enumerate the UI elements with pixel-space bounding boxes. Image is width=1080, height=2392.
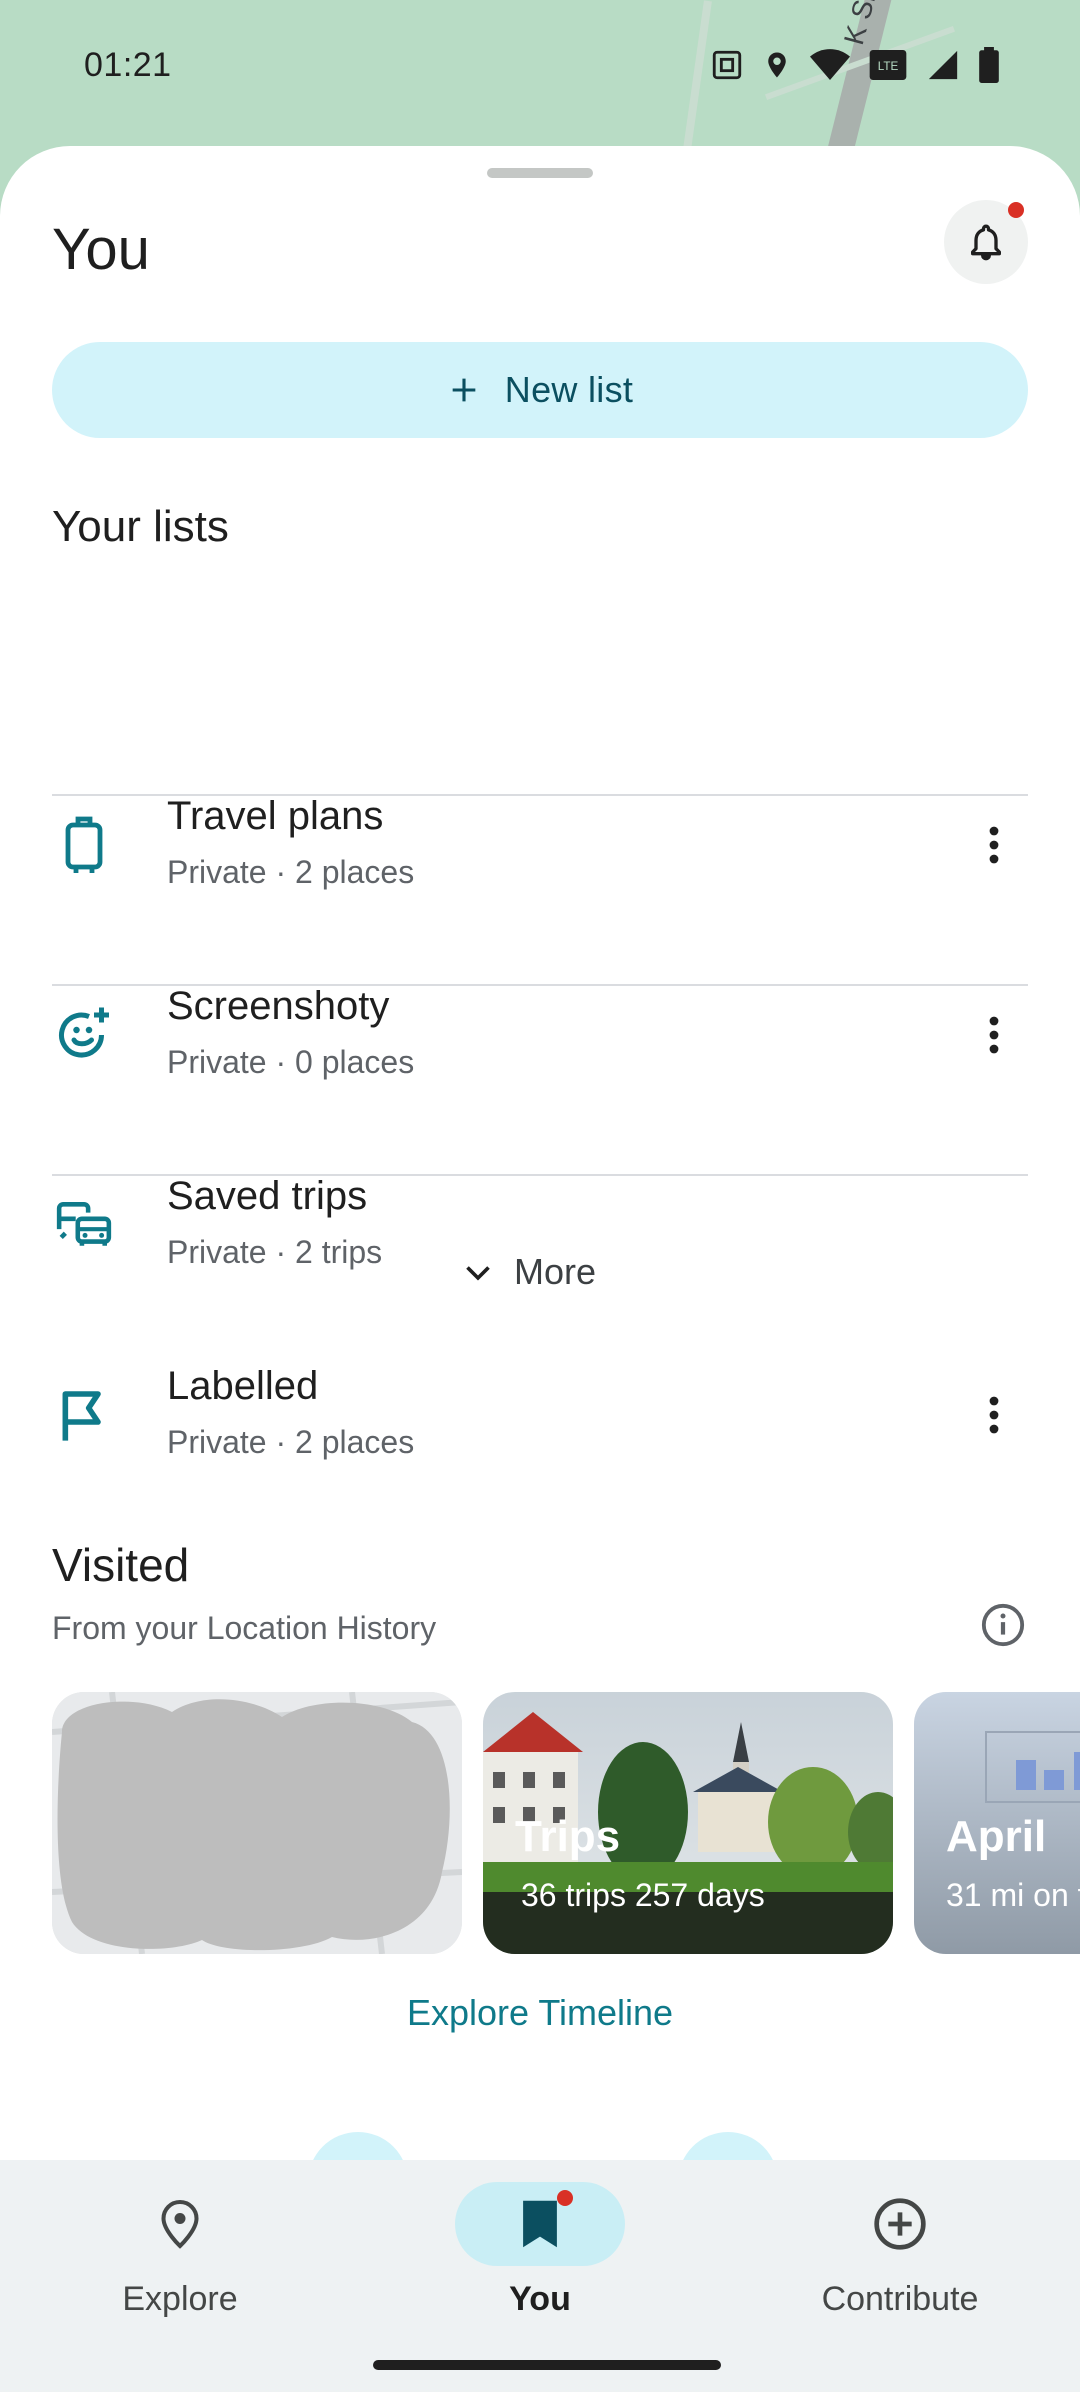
card-title: April (946, 1812, 1047, 1861)
nav-label: Contribute (821, 2280, 979, 2318)
visited-subtitle: From your Location History (52, 1610, 437, 1646)
nav-label: You (509, 2280, 571, 2318)
nfc-icon (712, 50, 742, 80)
divider (52, 984, 1028, 986)
card-subtitle: 36 trips 257 days (521, 1877, 765, 1913)
divider (52, 794, 1028, 796)
wifi-icon (810, 49, 850, 80)
nav-pill (95, 2182, 265, 2266)
list-item-subtitle: Private · 0 places (167, 1044, 415, 1080)
nav-pill-active (455, 2182, 625, 2266)
svg-text:LTE: LTE (878, 60, 899, 73)
nav-item-contribute[interactable]: Contribute (750, 2170, 1050, 2340)
flag-icon (52, 1383, 116, 1447)
new-list-label: New list (504, 369, 634, 410)
nav-item-you[interactable]: You (390, 2170, 690, 2340)
status-bar: 01:21 LTE (0, 0, 1080, 130)
nav-badge (557, 2190, 573, 2206)
new-list-button[interactable]: New list (52, 342, 1028, 438)
list-item-subtitle: Private · 2 places (167, 854, 415, 890)
visited-card-places[interactable] (52, 1692, 462, 1954)
list-item-screenshoty[interactable]: Screenshoty Private · 0 places (52, 940, 1028, 1130)
bell-icon (971, 224, 1001, 261)
status-time: 01:21 (84, 45, 172, 84)
list-item-subtitle: Private · 2 places (167, 1424, 415, 1460)
visited-card-trips[interactable]: Trips 36 trips 257 days (483, 1692, 893, 1954)
list-item-labelled[interactable]: Labelled Private · 2 places (52, 1320, 1028, 1510)
card-subtitle: 31 mi on t (946, 1877, 1080, 1913)
more-label: More (514, 1251, 597, 1292)
visited-card-april[interactable]: April 31 mi on t (914, 1692, 1080, 1954)
add-circle-icon (874, 2198, 926, 2250)
list-item-subtitle: Private · 2 trips (167, 1234, 383, 1270)
info-icon[interactable] (980, 1602, 1026, 1653)
map-thumbnail (52, 1692, 462, 1954)
list-item-travel-plans[interactable]: Travel plans Private · 2 places (52, 750, 1028, 940)
luggage-icon (52, 813, 116, 877)
commute-icon (52, 1193, 116, 1257)
more-options-icon[interactable] (970, 813, 1018, 877)
emoji-add-icon (52, 1003, 116, 1067)
location-pin-icon (161, 2199, 199, 2249)
visited-heading: Visited (52, 1539, 190, 1591)
explore-timeline-link[interactable]: Explore Timeline (0, 1992, 1080, 2034)
list-item-name: Travel plans (167, 794, 384, 838)
more-lists-button[interactable]: More (460, 1232, 596, 1312)
signal-icon (928, 50, 958, 80)
nav-pill (815, 2182, 985, 2266)
chevron-down-icon (466, 1266, 490, 1281)
volte-icon: LTE (869, 50, 907, 80)
plus-icon (452, 378, 476, 402)
notifications-button[interactable] (944, 200, 1028, 284)
bottom-navigation: Explore You Contribute (0, 2160, 1080, 2392)
battery-icon (979, 47, 999, 83)
more-options-icon[interactable] (970, 1383, 1018, 1447)
divider (52, 1174, 1028, 1176)
location-status-icon (768, 52, 786, 78)
nav-label: Explore (122, 2280, 238, 2318)
home-indicator[interactable] (373, 2360, 721, 2370)
list-item-name: Screenshoty (167, 984, 390, 1028)
nav-item-explore[interactable]: Explore (30, 2170, 330, 2340)
notification-badge (1008, 202, 1024, 218)
more-options-icon[interactable] (970, 1003, 1018, 1067)
status-icons: LTE (710, 47, 1000, 83)
your-lists-heading: Your lists (52, 502, 229, 551)
drag-handle[interactable] (487, 168, 593, 178)
list-item-name: Labelled (167, 1364, 319, 1408)
card-title: Trips (515, 1812, 621, 1861)
bookmark-icon (523, 2200, 557, 2248)
list-item-name: Saved trips (167, 1174, 368, 1218)
page-title: You (52, 217, 150, 282)
